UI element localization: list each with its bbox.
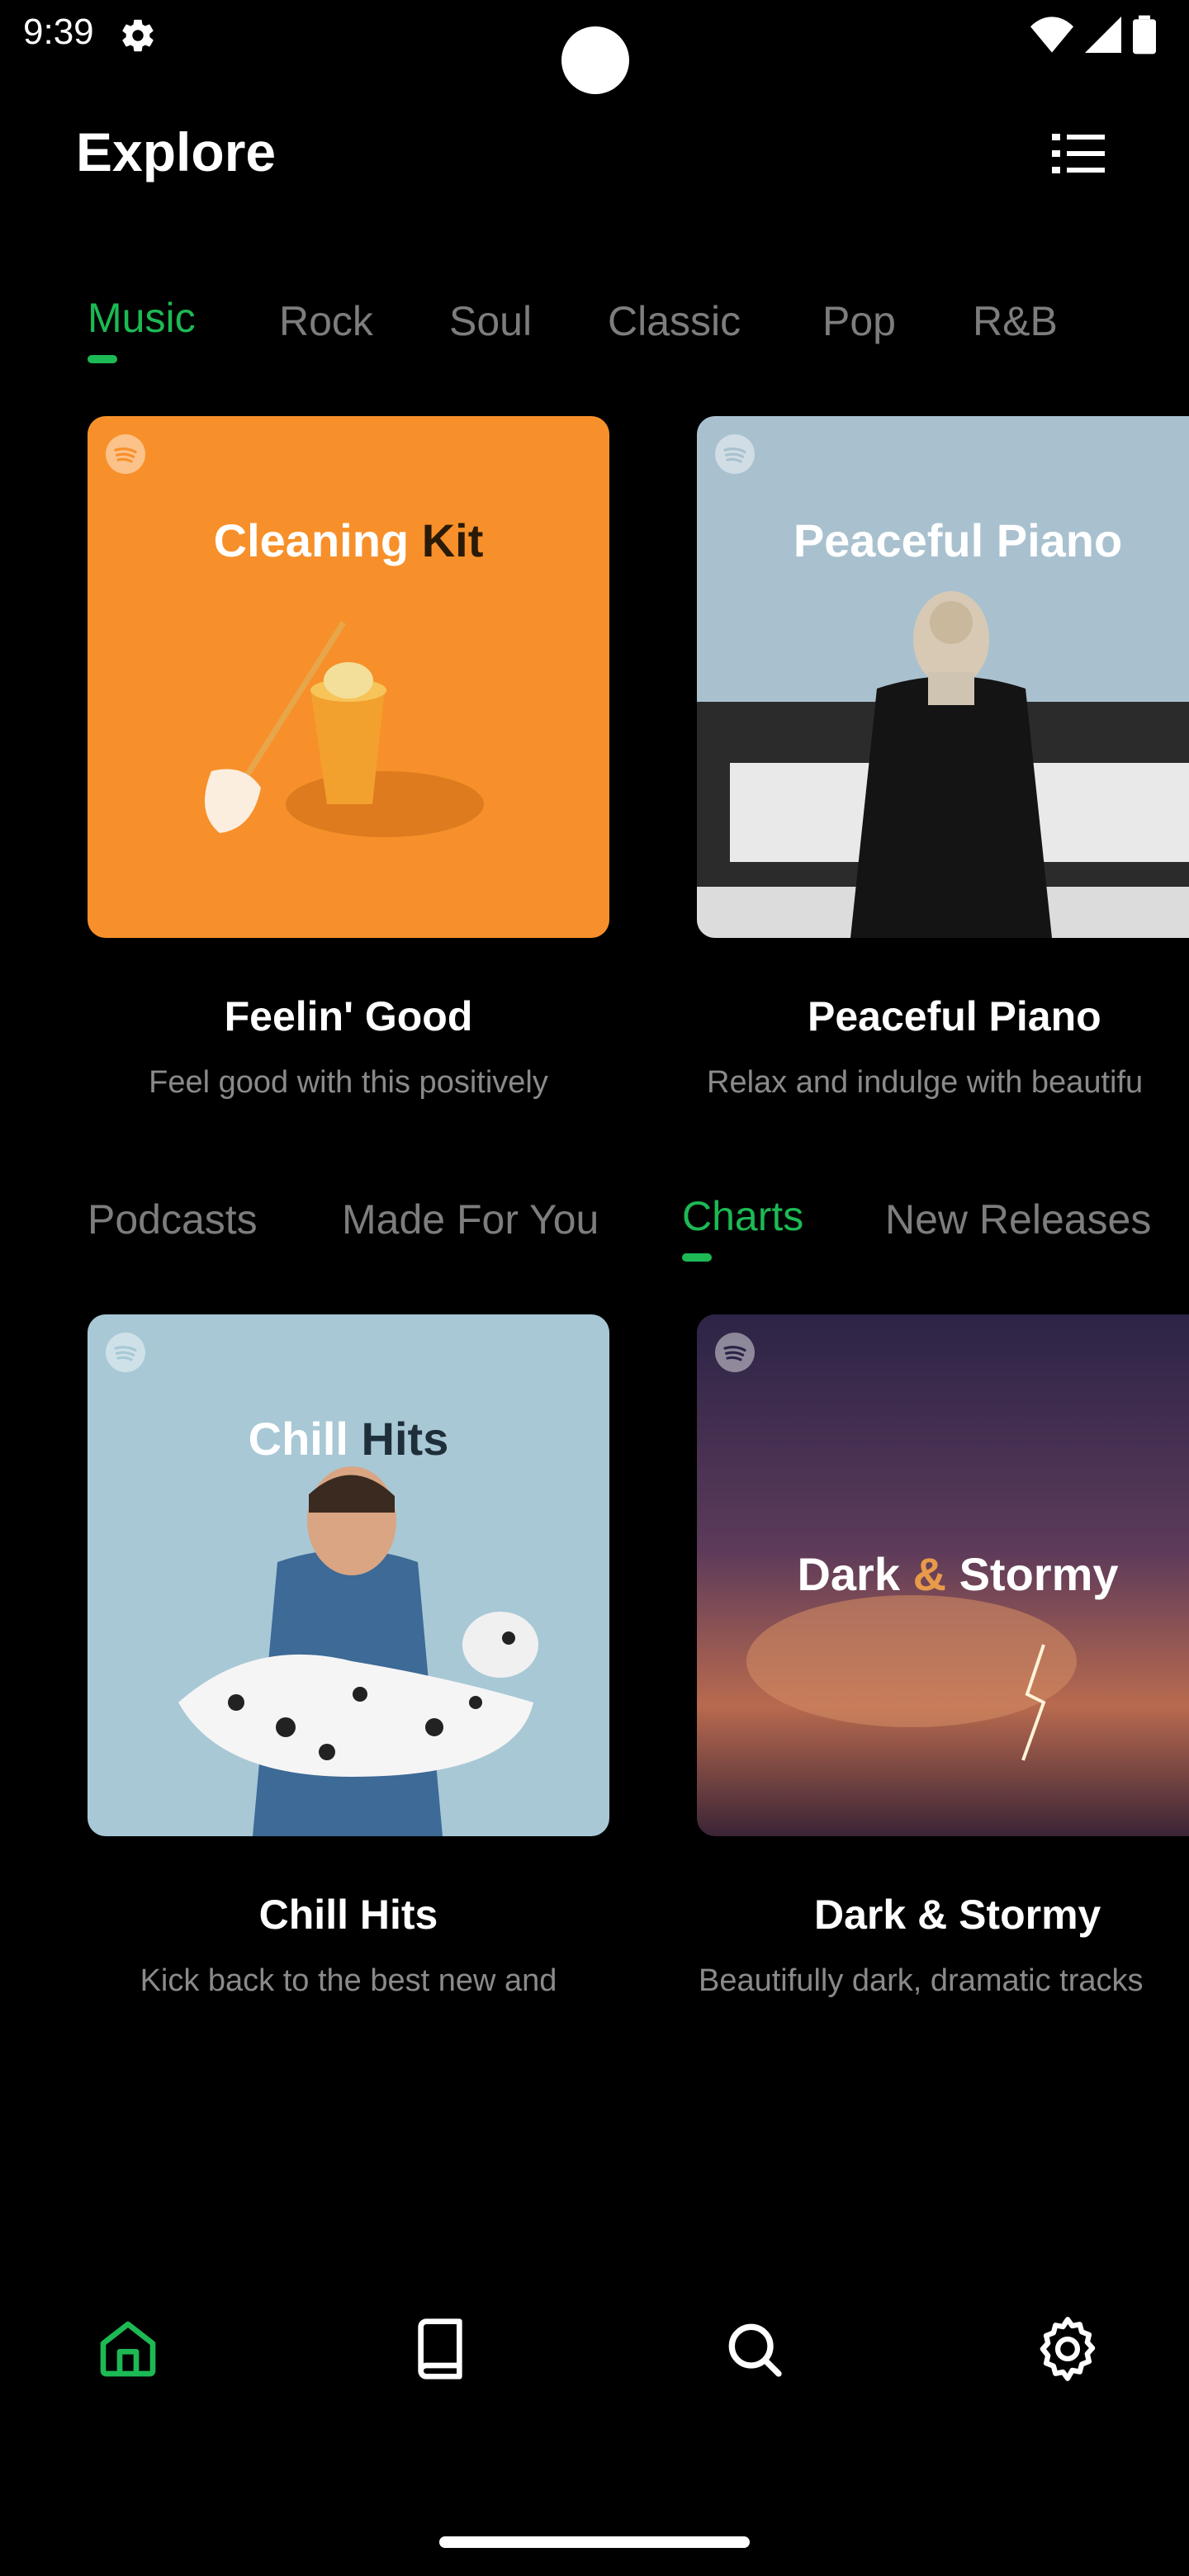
status-icons (1030, 15, 1156, 54)
nav-home-button[interactable] (83, 2304, 173, 2394)
tab-classic[interactable]: Classic (608, 297, 741, 345)
wifi-icon (1030, 17, 1073, 53)
bottom-navigation (0, 2304, 1189, 2394)
search-icon (728, 2323, 782, 2377)
tab-label: Music (88, 295, 196, 341)
cover-text: Peaceful Piano (697, 514, 1189, 567)
tab-label: Pop (822, 298, 896, 344)
tab-new-releases[interactable]: New Releases (885, 1196, 1151, 1243)
cover-text-primary: Cleaning (213, 514, 410, 566)
status-bar: 9:39 (0, 0, 1189, 94)
card-subtitle: Kick back to the best new and (140, 1963, 557, 1998)
tab-charts[interactable]: Charts (682, 1192, 804, 1262)
cover-text-primary: Dark (797, 1548, 900, 1600)
playlist-cover: Cleaning Kit (88, 416, 609, 938)
spotify-logo-icon (106, 1333, 145, 1372)
home-indicator[interactable] (439, 2536, 750, 2548)
chill-hits-artwork (88, 1314, 609, 1836)
tab-label: Podcasts (88, 1196, 258, 1243)
playlist-cover: Peaceful Piano (697, 416, 1189, 938)
tab-label: Rock (279, 298, 373, 344)
card-subtitle: Beautifully dark, dramatic tracks (699, 1963, 1144, 1998)
active-tab-indicator (682, 1253, 712, 1262)
signal-icon (1085, 17, 1121, 53)
tab-label: Made For You (342, 1196, 599, 1243)
genre-tabs: Music Rock Soul Classic Pop R&B (0, 294, 1189, 372)
card-title: Peaceful Piano (808, 993, 1101, 1039)
settings-icon (1040, 2317, 1096, 2381)
home-icon (100, 2321, 156, 2377)
gear-icon (122, 19, 154, 52)
cover-text: Dark & Stormy (697, 1547, 1189, 1601)
cover-text-primary: Peaceful Piano (793, 514, 1123, 566)
playlist-card-dark-stormy[interactable]: Dark & Stormy Dark & Stormy Beautifully … (697, 1314, 1189, 1999)
cover-text-secondary: Hits (361, 1413, 449, 1465)
cover-text: Chill Hits (88, 1412, 609, 1466)
card-subtitle: Relax and indulge with beautifu (707, 1065, 1144, 1100)
playlist-card-chill-hits[interactable]: Chill Hits Chill Hits Kick back to the b… (88, 1314, 609, 1999)
playlist-cover: Chill Hits (88, 1314, 609, 1836)
category-tabs: Podcasts Made For You Charts New Release… (0, 1193, 1189, 1270)
tab-pop[interactable]: Pop (822, 297, 896, 345)
tab-rnb[interactable]: R&B (973, 297, 1058, 345)
nav-library-button[interactable] (395, 2304, 486, 2394)
tab-label: Charts (682, 1193, 804, 1239)
spotify-logo-icon (715, 1333, 755, 1372)
tab-made-for-you[interactable]: Made For You (342, 1196, 599, 1243)
peaceful-piano-artwork (697, 416, 1189, 938)
playlist-card-peaceful-piano[interactable]: Peaceful Piano Peaceful Piano Relax and … (697, 416, 1189, 1101)
tab-label: R&B (973, 298, 1058, 344)
cover-text-secondary: Kit (421, 514, 484, 566)
card-subtitle: Feel good with this positively (149, 1065, 548, 1100)
status-time: 9:39 (23, 12, 94, 52)
tab-label: Soul (449, 298, 533, 344)
spotify-logo-icon (715, 434, 755, 474)
cover-text: Cleaning Kit (88, 514, 609, 567)
card-title: Chill Hits (258, 1892, 438, 1938)
card-title: Dark & Stormy (814, 1892, 1101, 1938)
camera-cutout (561, 26, 629, 94)
tab-soul[interactable]: Soul (449, 297, 532, 345)
page-title: Explore (76, 121, 277, 182)
nav-settings-button[interactable] (1022, 2304, 1113, 2394)
tab-music[interactable]: Music (88, 294, 196, 363)
tab-podcasts[interactable]: Podcasts (88, 1196, 258, 1243)
playlist-card-feelin-good[interactable]: Cleaning Kit Feelin' Good Feel good with… (88, 416, 609, 1101)
cover-text-ampersand: & (912, 1548, 947, 1600)
tab-rock[interactable]: Rock (279, 297, 373, 345)
spotify-logo-icon (106, 434, 145, 474)
list-menu-icon (1052, 134, 1105, 173)
cover-text-primary: Chill (248, 1413, 348, 1465)
menu-button[interactable] (1049, 124, 1108, 183)
cover-text-secondary: Stormy (959, 1548, 1119, 1600)
battery-icon (1133, 15, 1156, 54)
card-title: Feelin' Good (224, 993, 473, 1039)
book-icon (418, 2318, 462, 2379)
nav-search-button[interactable] (708, 2304, 799, 2394)
tab-label: Classic (608, 298, 741, 344)
cleaning-kit-artwork (88, 416, 609, 938)
playlist-cover: Dark & Stormy (697, 1314, 1189, 1836)
active-tab-indicator (88, 355, 117, 363)
tab-label: New Releases (885, 1196, 1152, 1243)
